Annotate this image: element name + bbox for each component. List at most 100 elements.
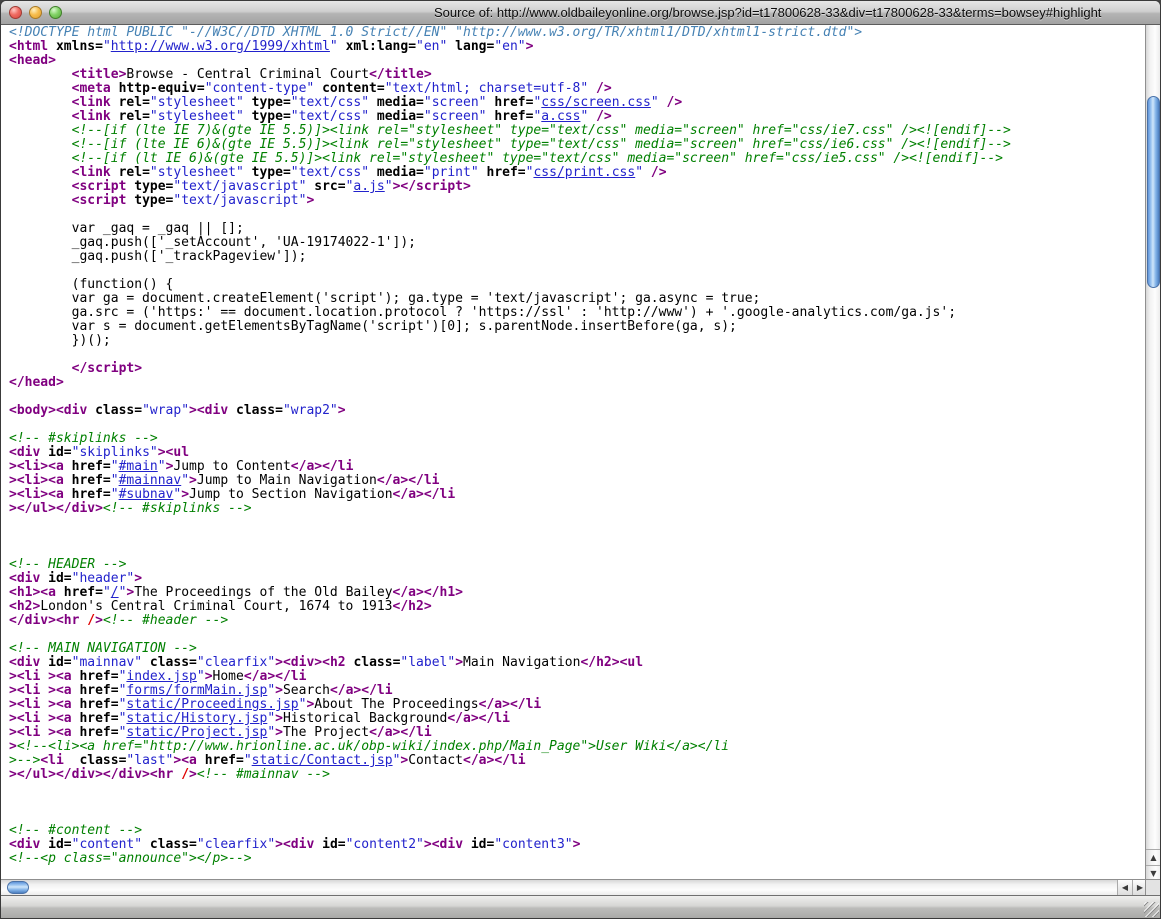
code-segment <box>9 151 72 166</box>
vertical-scrollbar-thumb[interactable] <box>1147 96 1160 288</box>
code-segment: The Project <box>283 725 369 740</box>
code-segment: href= <box>479 165 526 180</box>
source-link[interactable]: static/Contact.jsp <box>252 753 393 768</box>
horizontal-scrollbar-thumb[interactable] <box>7 881 29 894</box>
source-line: ><li><a href="#subnav">Jump to Section N… <box>9 488 1147 502</box>
scroll-left-button[interactable]: ◀ <box>1117 880 1132 895</box>
source-link[interactable]: #main <box>119 459 158 474</box>
window-title: Source of: http://www.oldbaileyonline.or… <box>434 5 1101 20</box>
code-segment: var _gaq = _gaq || []; <box>9 221 244 236</box>
source-link[interactable]: / <box>111 585 119 600</box>
code-segment: <link <box>72 165 119 180</box>
source-link[interactable]: http://www.w3.org/1999/xhtml <box>111 39 330 54</box>
code-segment: <h1><a <box>9 585 64 600</box>
code-segment: Browse - Central Criminal Court <box>126 67 369 82</box>
source-line: ><li><a href="#main">Jump to Content</a>… <box>9 460 1147 474</box>
close-button[interactable] <box>9 6 22 19</box>
source-line: <!--[if (lte IE 6)&(gte IE 5.5)]><link r… <box>9 138 1147 152</box>
code-segment: "wrap2" <box>283 403 338 418</box>
source-line: <head> <box>9 54 1147 68</box>
code-segment: "wrap" <box>142 403 189 418</box>
code-segment: ><ul <box>158 445 189 460</box>
code-segment: "text/html; charset=utf-8" <box>385 81 589 96</box>
source-link[interactable]: #subnav <box>119 487 174 502</box>
code-segment: " <box>244 753 252 768</box>
code-segment: " <box>267 725 275 740</box>
code-segment: href= <box>79 669 118 684</box>
source-link[interactable]: css/screen.css <box>541 95 651 110</box>
code-segment: > <box>189 767 197 782</box>
source-line: <!--<p class="announce"></p>--> <box>9 852 1147 866</box>
source-link[interactable]: css/print.css <box>533 165 635 180</box>
code-segment: </a></li <box>479 697 542 712</box>
code-segment <box>9 67 72 82</box>
source-link[interactable]: static/History.jsp <box>126 711 267 726</box>
source-link[interactable]: index.jsp <box>126 669 196 684</box>
source-link[interactable]: a.js <box>353 179 384 194</box>
up-arrow-icon: ▲ <box>1150 853 1156 862</box>
vertical-scrollbar[interactable]: ▲ ▼ <box>1145 25 1160 881</box>
source-line: ><!--<li><a href="http://www.hrionline.a… <box>9 740 1147 754</box>
source-line: <div id="skiplinks"><ul <box>9 446 1147 460</box>
source-line: var s = document.getElementsByTagName('s… <box>9 320 1147 334</box>
code-segment: > <box>306 193 314 208</box>
source-line: ga.src = ('https:' == document.location.… <box>9 306 1147 320</box>
code-segment: > <box>275 711 283 726</box>
source-line: <meta http-equiv="content-type" content=… <box>9 82 1147 96</box>
code-segment: var ga = document.createElement('script'… <box>9 291 760 306</box>
code-segment: href= <box>487 95 534 110</box>
code-segment: <!-- #skiplinks --> <box>9 431 158 446</box>
source-line: <!-- #skiplinks --> <box>9 432 1147 446</box>
source-link[interactable]: forms/formMain.jsp <box>126 683 267 698</box>
code-segment: ></script> <box>393 179 471 194</box>
source-link[interactable]: a.css <box>541 109 580 124</box>
code-segment: ><li ><a <box>9 669 79 684</box>
source-line: <script type="text/javascript"> <box>9 194 1147 208</box>
code-segment: href= <box>72 459 111 474</box>
code-segment: > <box>573 837 581 852</box>
source-line: <div id="mainnav" class="clearfix"><div>… <box>9 656 1147 670</box>
code-segment: "mainnav" <box>72 655 142 670</box>
code-segment: <script <box>72 193 135 208</box>
code-segment: Search <box>283 683 330 698</box>
zoom-button[interactable] <box>49 6 62 19</box>
code-segment: </a></li <box>377 473 440 488</box>
source-line: <!--[if (lt IE 6)&(gte IE 5.5)]><link re… <box>9 152 1147 166</box>
code-segment: type= <box>244 109 291 124</box>
source-line: ><li ><a href="static/Proceedings.jsp">A… <box>9 698 1147 712</box>
source-line: ><li ><a href="index.jsp">Home</a></li <box>9 670 1147 684</box>
horizontal-scrollbar[interactable]: ◀ ▶ <box>1 879 1147 895</box>
window-titlebar[interactable]: Source of: http://www.oldbaileyonline.or… <box>1 1 1160 25</box>
source-link[interactable]: static/Proceedings.jsp <box>126 697 298 712</box>
source-line: <!-- HEADER --> <box>9 558 1147 572</box>
source-line <box>9 348 1147 362</box>
source-line <box>9 810 1147 824</box>
code-segment: "print" <box>424 165 479 180</box>
code-segment: "stylesheet" <box>150 109 244 124</box>
code-segment: " <box>635 165 643 180</box>
code-segment: Home <box>213 669 244 684</box>
code-segment: "content" <box>72 837 142 852</box>
code-segment: </title> <box>369 67 432 82</box>
code-segment: <!-- #mainnav --> <box>197 767 330 782</box>
source-line: ><li ><a href="static/Project.jsp">The P… <box>9 726 1147 740</box>
source-link[interactable]: static/Project.jsp <box>126 725 267 740</box>
right-arrow-icon: ▶ <box>1137 883 1143 892</box>
source-line <box>9 544 1147 558</box>
horizontal-scrollbar-buttons: ◀ ▶ <box>1117 880 1147 895</box>
code-segment: media= <box>369 109 424 124</box>
source-link[interactable]: #mainnav <box>119 473 182 488</box>
source-line <box>9 782 1147 796</box>
code-segment: </a></li <box>330 683 393 698</box>
code-segment: Jump to Content <box>173 459 290 474</box>
code-segment: </a></h1> <box>393 585 463 600</box>
resize-grip[interactable] <box>1144 902 1159 917</box>
code-segment: href= <box>79 711 118 726</box>
scroll-up-button[interactable]: ▲ <box>1146 849 1161 865</box>
code-segment: > <box>95 613 103 628</box>
code-segment: "text/javascript" <box>173 179 306 194</box>
code-segment: _gaq.push(['_setAccount', 'UA-19174022-1… <box>9 235 416 250</box>
minimize-button[interactable] <box>29 6 42 19</box>
code-segment: </a></li <box>369 725 432 740</box>
code-segment: " <box>111 459 119 474</box>
